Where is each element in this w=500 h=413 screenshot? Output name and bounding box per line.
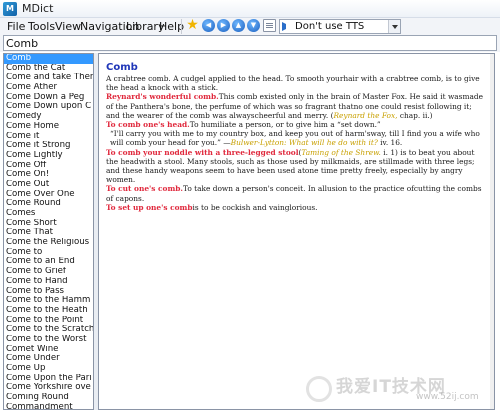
definition-pane: Comb A crabtree comb. A cudgel applied t… <box>98 53 495 410</box>
window-title: MDict <box>22 2 54 15</box>
word-list-item[interactable]: Come Under <box>4 354 93 364</box>
entry-text: is to be cockish and vainglorious. <box>192 202 318 212</box>
entry-text: A crabtree comb. A cudgel applied to the… <box>106 74 480 93</box>
word-list-item[interactable]: Come Home <box>4 122 93 132</box>
word-list-item[interactable]: Come to Grief <box>4 267 93 277</box>
word-list-item[interactable]: Come Yorkshire ove <box>4 383 93 393</box>
word-list-item[interactable]: Come to the Hamm <box>4 296 93 306</box>
forward-icon[interactable]: ▶ <box>217 19 230 32</box>
word-list-item[interactable]: Come and take Ther <box>4 73 93 83</box>
toolbar-separator <box>181 19 182 34</box>
word-list-item[interactable]: Come to the Heath <box>4 306 93 316</box>
word-list-item[interactable]: Come Down upon C <box>4 102 93 112</box>
entry-text: chap. ii.) <box>397 110 433 120</box>
word-list-item[interactable]: Come to an End <box>4 257 93 267</box>
menu-view[interactable]: View <box>55 20 81 33</box>
entry-paragraph-noddle: To comb your noddle with a three-legged … <box>106 148 484 185</box>
word-list-item[interactable]: Comb <box>4 54 93 64</box>
search-row <box>0 35 500 52</box>
entry-paragraph-crabtree: A crabtree comb. A cudgel applied to the… <box>106 74 484 92</box>
entry-headword: Comb <box>106 62 138 73</box>
next-icon[interactable]: ▼ <box>247 19 260 32</box>
word-list-item[interactable]: Come Out <box>4 180 93 190</box>
entry-paragraph-reynard: Reynard's wonderful comb.This comb exist… <box>106 92 484 120</box>
tts-select-value: Don't use TTS <box>295 21 365 32</box>
word-list-item[interactable]: Come Ather <box>4 83 93 93</box>
entry-paragraph-cut-comb: To cut one's comb.To take down a person'… <box>106 184 484 202</box>
entry-text: iv. 16. <box>377 138 403 148</box>
word-list[interactable]: Comb Comb the Cat Come and take Ther Come A… <box>3 53 94 410</box>
word-list-item[interactable]: Come Off <box>4 161 93 171</box>
entry-term: To comb one's head. <box>106 120 190 130</box>
word-list-item[interactable]: Come to the Point <box>4 316 93 326</box>
word-list-item[interactable]: Come Down a Peg <box>4 93 93 103</box>
star-icon[interactable]: ★ <box>186 18 199 32</box>
watermark-logo <box>306 376 332 402</box>
entry-text: To humiliate a person, or to give him a … <box>189 120 381 130</box>
word-list-item[interactable]: Comb the Cat <box>4 64 93 74</box>
word-list-item[interactable]: Come Over One <box>4 190 93 200</box>
word-list-item[interactable]: Come to the Worst <box>4 335 93 345</box>
word-list-item[interactable]: Come Round <box>4 199 93 209</box>
watermark-url: www.52ij.com <box>416 392 479 402</box>
word-list-item[interactable]: Come Upon the Pari <box>4 374 93 384</box>
definition-scrollbar[interactable] <box>490 54 494 409</box>
word-list-item[interactable]: Come Lightly <box>4 151 93 161</box>
watermark: 我爱IT技术网 www.52ij.com <box>300 372 496 406</box>
search-input[interactable] <box>3 35 497 51</box>
word-list-item[interactable]: Come the Religious <box>4 238 93 248</box>
word-list-item[interactable]: Come to <box>4 248 93 258</box>
title-bar: M MDict <box>0 0 500 18</box>
word-list-item[interactable]: Comet Wine <box>4 345 93 355</box>
menu-tools[interactable]: Tools <box>28 20 55 33</box>
menu-file[interactable]: File <box>7 20 25 33</box>
entry-term: Reynard's wonderful comb. <box>106 92 219 102</box>
word-list-item[interactable]: Come Up <box>4 364 93 374</box>
back-icon[interactable]: ◀ <box>202 19 215 32</box>
entry-paragraph-set-up-comb: To set up one's combis to be cockish and… <box>106 203 484 212</box>
word-list-item[interactable]: Come On! <box>4 170 93 180</box>
entry-term: To comb your noddle with a three-legged … <box>106 147 299 157</box>
entry-source[interactable]: Bulwer-Lytton: What will he do with it? <box>231 138 378 147</box>
previous-icon[interactable]: ▲ <box>232 19 245 32</box>
entry-quote: “I'll carry you with me to my country bo… <box>106 129 484 147</box>
entry-term: To set up one's comb <box>106 202 193 212</box>
word-list-item[interactable]: Comes <box>4 209 93 219</box>
chevron-down-icon[interactable] <box>388 20 400 33</box>
speaker-icon <box>282 22 291 31</box>
entry-source[interactable]: Taming of the Shrew. <box>301 148 381 157</box>
word-list-item[interactable]: Commandment <box>4 403 93 409</box>
document-icon[interactable] <box>263 19 276 32</box>
word-list-item[interactable]: Come to Pass <box>4 287 93 297</box>
word-list-item[interactable]: Come That <box>4 228 93 238</box>
word-list-item[interactable]: Comedy <box>4 112 93 122</box>
word-list-item[interactable]: Come to the Scratch <box>4 325 93 335</box>
mdict-app-icon: M <box>3 2 17 16</box>
word-list-item[interactable]: Come Short <box>4 219 93 229</box>
entry-paragraph-comb-head: To comb one's head.To humiliate a person… <box>106 120 484 129</box>
word-list-item[interactable]: Coming Round <box>4 393 93 403</box>
word-list-item[interactable]: Come it Strong <box>4 141 93 151</box>
entry-term: To cut one's comb. <box>106 184 184 194</box>
tts-select[interactable]: Don't use TTS <box>279 19 401 34</box>
word-list-item[interactable]: Come to Hand <box>4 277 93 287</box>
word-list-item[interactable]: Come it <box>4 132 93 142</box>
dictionary-entry: Comb A crabtree comb. A cudgel applied t… <box>106 61 484 212</box>
entry-source[interactable]: Reynard the Fox, <box>333 111 397 120</box>
